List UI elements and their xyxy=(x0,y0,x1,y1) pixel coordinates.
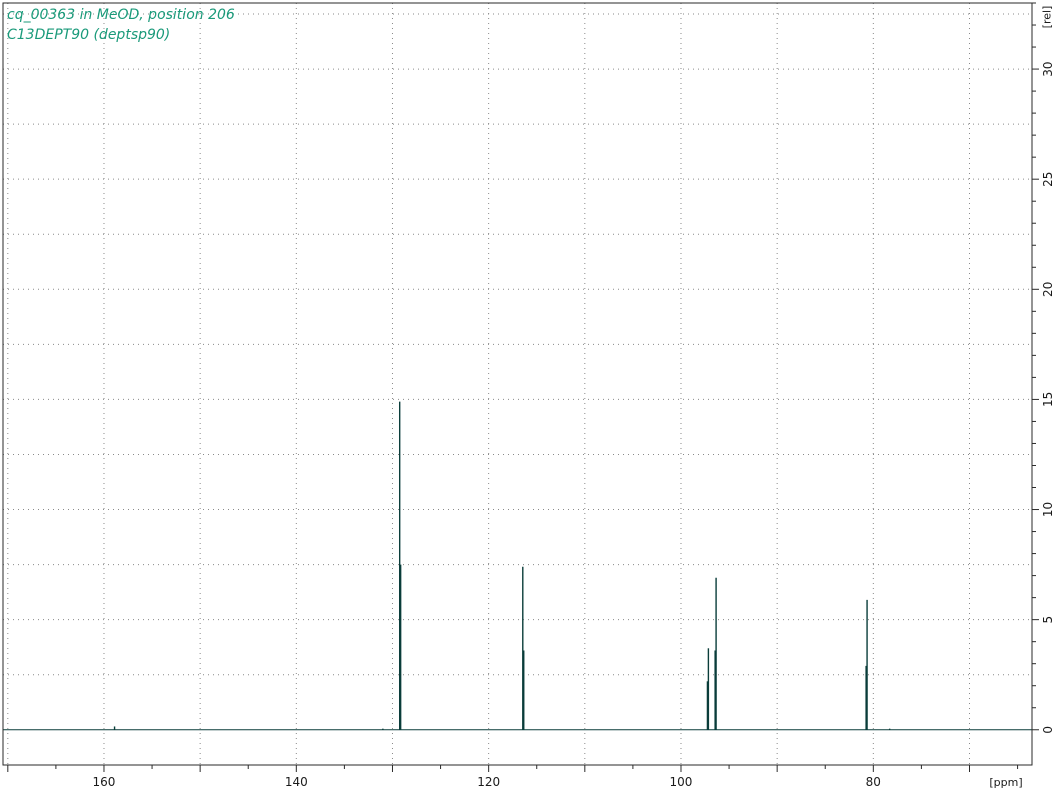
x-axis-tick-label: 160 xyxy=(93,775,116,789)
y-axis-tick-label: 0 xyxy=(1041,726,1055,734)
y-axis-tick-label: 10 xyxy=(1041,502,1055,517)
y-axis-tick-label: 15 xyxy=(1041,392,1055,407)
x-axis-unit-label: [ppm] xyxy=(989,776,1022,789)
y-axis-unit-label: [rel] xyxy=(1041,6,1054,29)
nmr-spectrum-plot: 160 140 120 100 80 0 5 10 15 20 25 30 [ppm] [rel] xyxy=(2,2,1055,789)
spectrum-title: cq_00363 in MeOD, position 206 xyxy=(7,7,235,23)
y-axis-tick-label: 5 xyxy=(1041,616,1055,624)
y-axis-tick-label: 30 xyxy=(1041,61,1055,76)
x-axis-tick-label: 100 xyxy=(670,775,693,789)
x-axis-tick-label: 120 xyxy=(477,775,500,789)
axis-ticks: 160 140 120 100 80 0 5 10 15 20 25 30 xyxy=(7,2,1055,789)
y-axis-tick-label: 25 xyxy=(1041,172,1055,187)
grid-lines xyxy=(3,3,1032,765)
x-axis-tick-label: 140 xyxy=(285,775,308,789)
spectrum-subtitle: C13DEPT90 (deptsp90) xyxy=(7,27,171,43)
y-axis-tick-label: 20 xyxy=(1041,282,1055,297)
x-axis-tick-label: 80 xyxy=(866,775,881,789)
spectrum-peaks xyxy=(113,401,891,730)
plot-frame xyxy=(2,2,1033,766)
